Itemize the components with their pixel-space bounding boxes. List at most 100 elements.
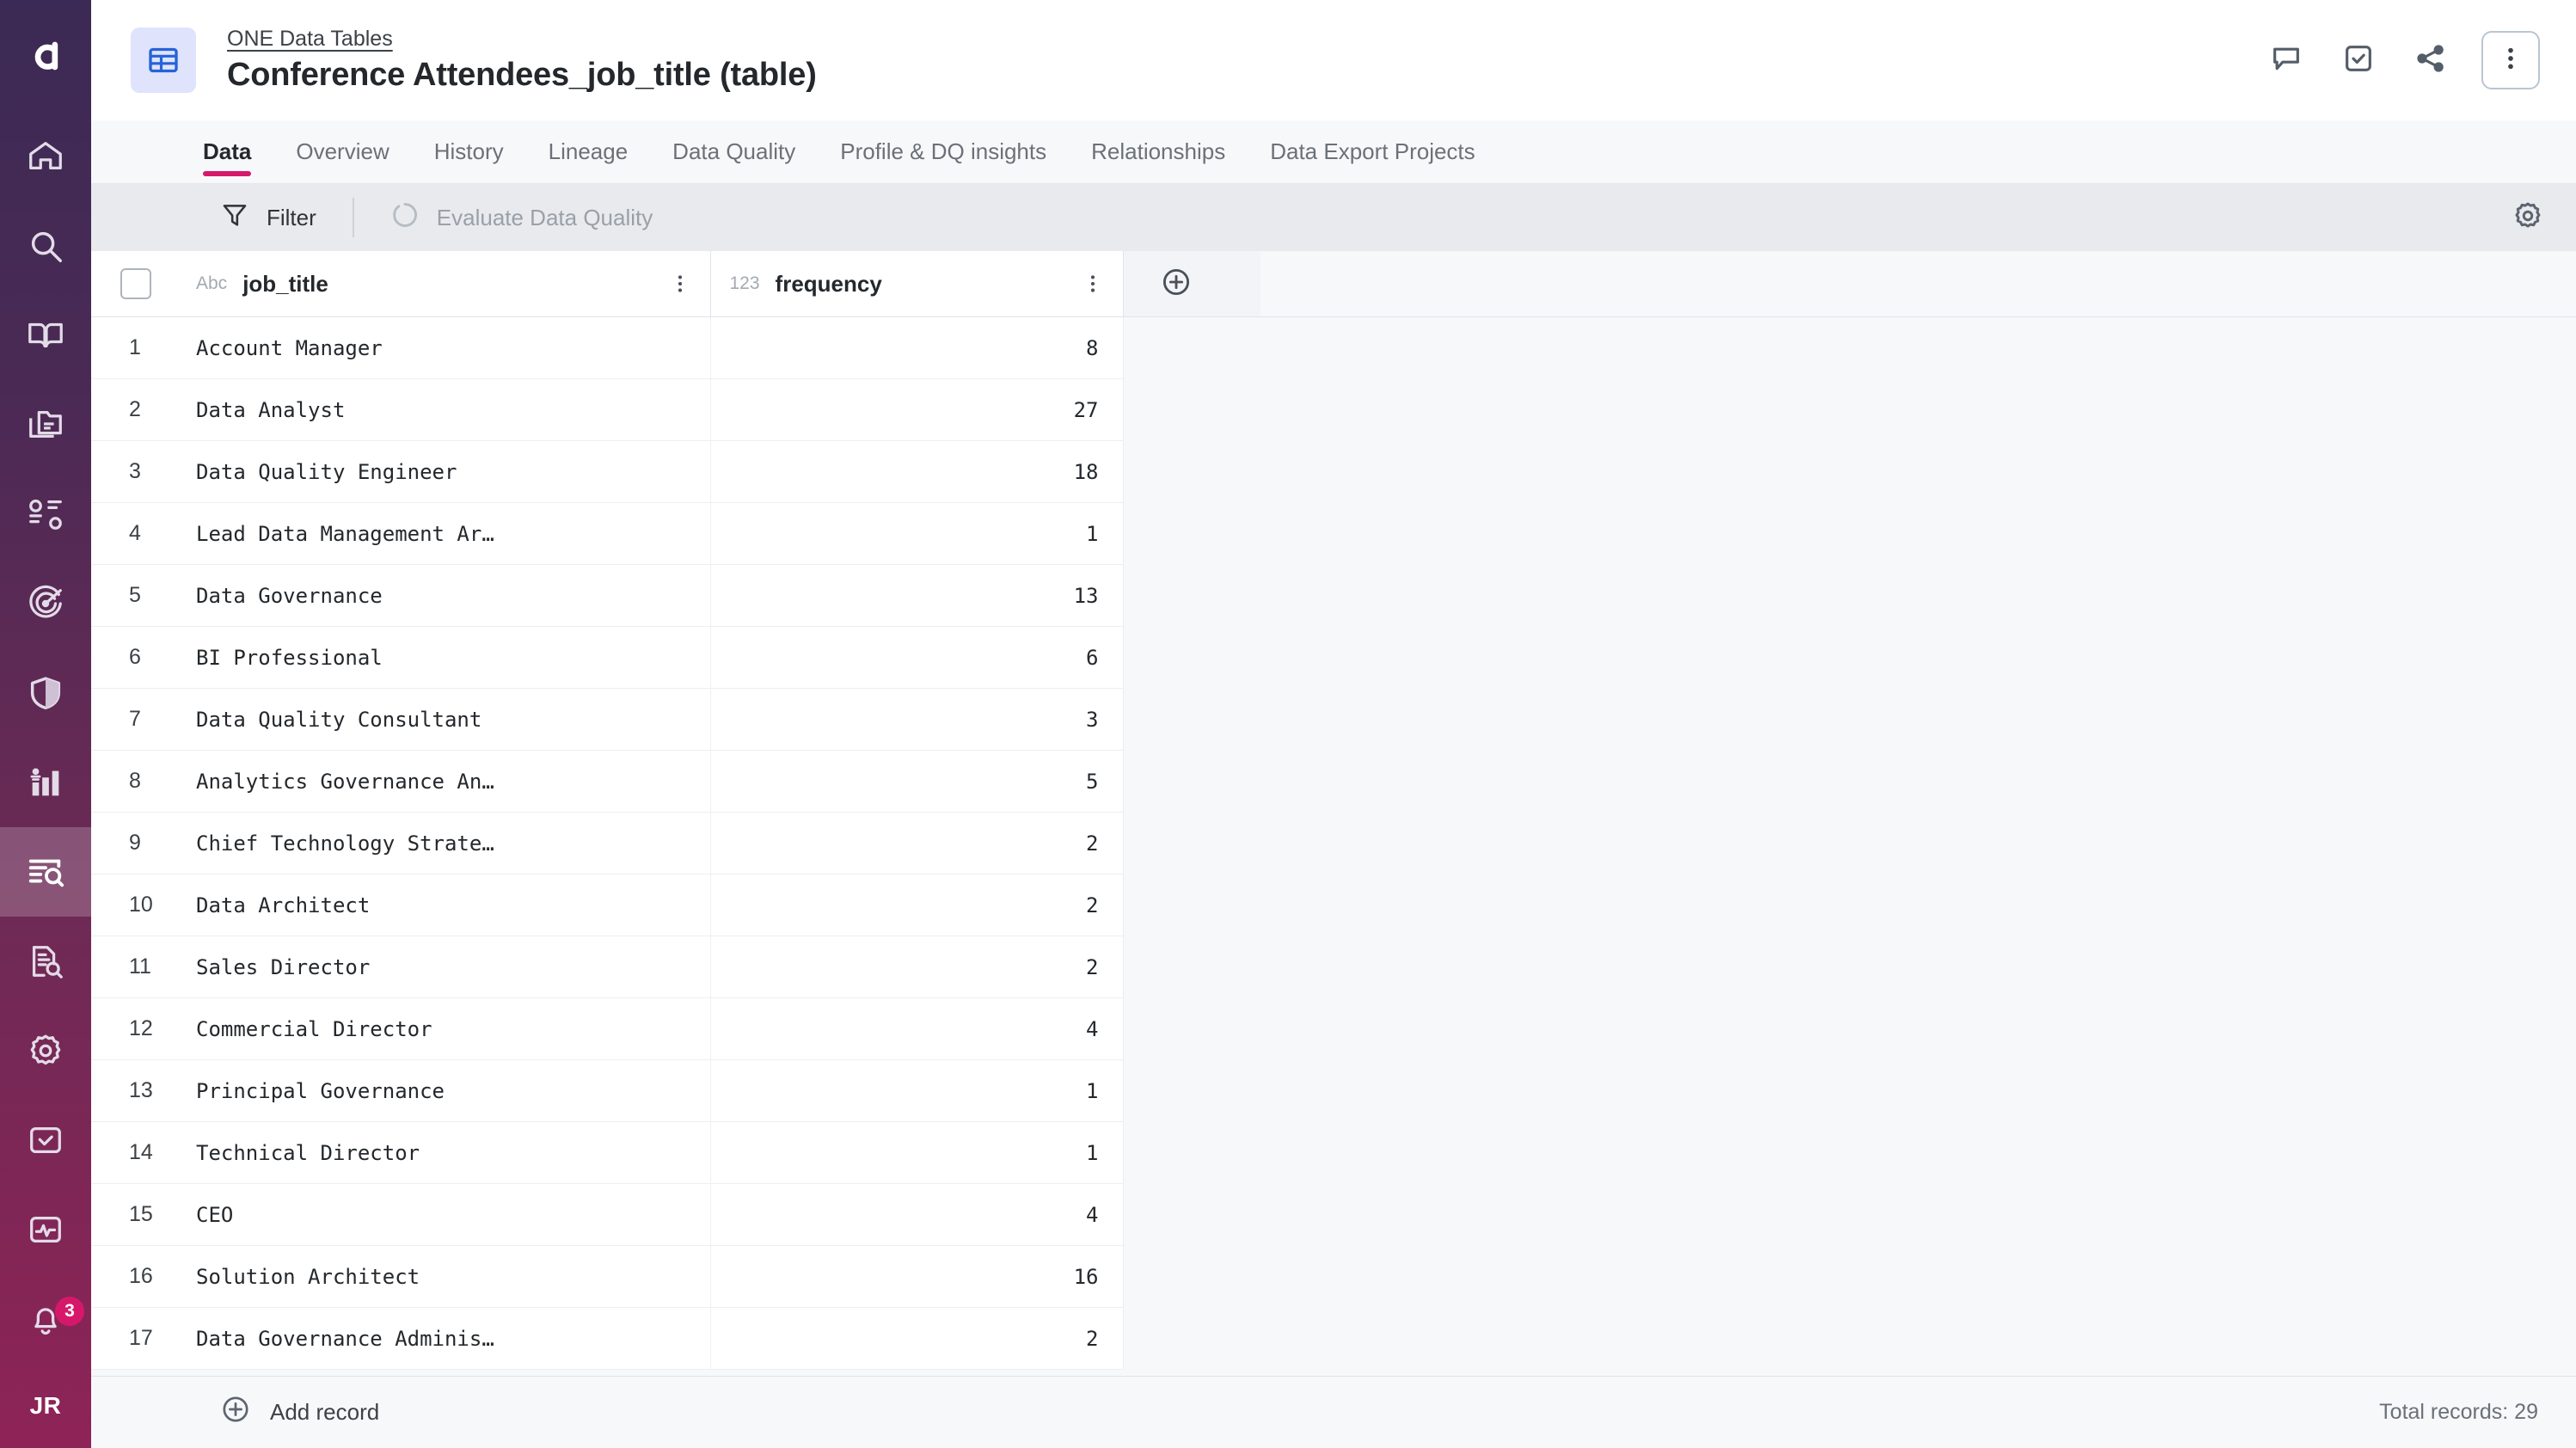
- select-all-checkbox[interactable]: [120, 268, 151, 299]
- add-record-button[interactable]: Add record: [220, 1394, 379, 1431]
- cell-frequency[interactable]: 8: [710, 316, 1124, 379]
- cell-frequency[interactable]: 3: [710, 688, 1124, 751]
- table-row[interactable]: 7 Data Quality Consultant 3: [91, 688, 2576, 751]
- cell-frequency[interactable]: 13: [710, 564, 1124, 627]
- cell-job-title[interactable]: Commercial Director: [177, 997, 711, 1060]
- table-row[interactable]: 11 Sales Director 2: [91, 936, 2576, 998]
- breadcrumb[interactable]: ONE Data Tables: [227, 27, 393, 52]
- tab-data[interactable]: Data: [203, 120, 252, 183]
- table-row[interactable]: 9 Chief Technology Strate… 2: [91, 812, 2576, 874]
- table-row[interactable]: 4 Lead Data Management Ar… 1: [91, 502, 2576, 565]
- comments-button[interactable]: [2265, 39, 2308, 82]
- tab-profile-dq-insights[interactable]: Profile & DQ insights: [840, 120, 1046, 183]
- sidebar-item-sources[interactable]: [0, 469, 91, 559]
- table-settings-button[interactable]: [2504, 193, 2552, 242]
- cell-job-title[interactable]: Sales Director: [177, 936, 711, 998]
- table-row[interactable]: 13 Principal Governance 1: [91, 1059, 2576, 1122]
- cell-frequency[interactable]: 5: [710, 750, 1124, 813]
- table-row[interactable]: 6 BI Professional 6: [91, 626, 2576, 689]
- cell-spacer: [1123, 1307, 1260, 1370]
- sidebar-item-notifications[interactable]: 3: [0, 1274, 91, 1364]
- cell-frequency[interactable]: 4: [710, 1183, 1124, 1246]
- sidebar-item-glossary[interactable]: [0, 291, 91, 380]
- cell-frequency[interactable]: 2: [710, 936, 1124, 998]
- table-row[interactable]: 12 Commercial Director 4: [91, 997, 2576, 1060]
- sidebar-item-search[interactable]: [0, 201, 91, 291]
- tab-data-export-projects[interactable]: Data Export Projects: [1270, 120, 1475, 183]
- cell-frequency[interactable]: 27: [710, 378, 1124, 441]
- table-row[interactable]: 5 Data Governance 13: [91, 564, 2576, 627]
- table-row[interactable]: 15 CEO 4: [91, 1183, 2576, 1246]
- column-header-job-title[interactable]: Abc job_title: [177, 251, 710, 317]
- add-column-button[interactable]: [1160, 266, 1193, 303]
- add-column-header[interactable]: [1122, 251, 1260, 317]
- evaluate-data-quality-button[interactable]: Evaluate Data Quality: [390, 200, 653, 236]
- cell-job-title[interactable]: Data Governance Adminis…: [177, 1307, 711, 1370]
- share-button[interactable]: [2409, 39, 2452, 82]
- table-row[interactable]: 14 Technical Director 1: [91, 1121, 2576, 1184]
- cell-job-title[interactable]: Data Analyst: [177, 378, 711, 441]
- cell-frequency[interactable]: 2: [710, 812, 1124, 874]
- sidebar-item-policies[interactable]: [0, 648, 91, 738]
- cell-job-title[interactable]: Data Quality Consultant: [177, 688, 711, 751]
- tab-lineage[interactable]: Lineage: [549, 120, 629, 183]
- cell-job-title[interactable]: Solution Architect: [177, 1245, 711, 1308]
- cell-frequency[interactable]: 16: [710, 1245, 1124, 1308]
- cell-job-title[interactable]: Analytics Governance An…: [177, 750, 711, 813]
- cell-frequency[interactable]: 1: [710, 502, 1124, 565]
- sidebar-item-settings[interactable]: [0, 1006, 91, 1095]
- cell-frequency[interactable]: 18: [710, 440, 1124, 503]
- sidebar-item-home[interactable]: [0, 112, 91, 201]
- tab-data-quality[interactable]: Data Quality: [672, 120, 795, 183]
- checkbox-check-icon: [2341, 41, 2376, 80]
- column-header-frequency[interactable]: 123 frequency: [709, 251, 1123, 317]
- cell-job-title[interactable]: Technical Director: [177, 1121, 711, 1184]
- tab-bar: Data Overview History Lineage Data Quali…: [91, 120, 2576, 184]
- avatar[interactable]: JR: [0, 1364, 91, 1448]
- cell-job-title[interactable]: Data Quality Engineer: [177, 440, 711, 503]
- cell-job-title[interactable]: Data Architect: [177, 874, 711, 936]
- cell-job-title[interactable]: Account Manager: [177, 316, 711, 379]
- cell-frequency[interactable]: 4: [710, 997, 1124, 1060]
- table-row[interactable]: 17 Data Governance Adminis… 2: [91, 1307, 2576, 1370]
- table-tile-icon: [131, 28, 196, 93]
- book-icon: [26, 316, 65, 355]
- toolbar-divider: [352, 198, 354, 237]
- cell-job-title[interactable]: Principal Governance: [177, 1059, 711, 1122]
- tab-overview[interactable]: Overview: [296, 120, 389, 183]
- table-row[interactable]: 10 Data Architect 2: [91, 874, 2576, 936]
- cell-job-title[interactable]: Data Governance: [177, 564, 711, 627]
- column-menu-button[interactable]: [1082, 273, 1104, 295]
- cell-frequency[interactable]: 2: [710, 1307, 1124, 1370]
- table-row[interactable]: 3 Data Quality Engineer 18: [91, 440, 2576, 503]
- tab-relationships[interactable]: Relationships: [1091, 120, 1225, 183]
- tasks-button[interactable]: [2337, 39, 2380, 82]
- cell-job-title[interactable]: Lead Data Management Ar…: [177, 502, 711, 565]
- cell-job-title[interactable]: Chief Technology Strate…: [177, 812, 711, 874]
- sidebar-item-activity[interactable]: [0, 1185, 91, 1274]
- table-row[interactable]: 1 Account Manager 8: [91, 316, 2576, 379]
- sidebar-item-data-tables[interactable]: [0, 827, 91, 917]
- cell-frequency[interactable]: 2: [710, 874, 1124, 936]
- folders-icon: [26, 405, 65, 445]
- ataccama-logo[interactable]: [0, 0, 91, 112]
- table-row[interactable]: 8 Analytics Governance An… 5: [91, 750, 2576, 813]
- sidebar-item-reports[interactable]: [0, 738, 91, 827]
- sidebar-item-tasks[interactable]: [0, 1095, 91, 1185]
- cell-frequency[interactable]: 1: [710, 1059, 1124, 1122]
- row-number: 8: [91, 750, 177, 813]
- more-options-button[interactable]: [2481, 31, 2540, 89]
- sidebar-item-catalog[interactable]: [0, 380, 91, 469]
- cell-job-title[interactable]: BI Professional: [177, 626, 711, 689]
- cell-frequency[interactable]: 1: [710, 1121, 1124, 1184]
- tab-history[interactable]: History: [434, 120, 504, 183]
- sidebar-item-data-explorer[interactable]: [0, 917, 91, 1006]
- filter-button[interactable]: Filter: [220, 200, 316, 236]
- table-row[interactable]: 2 Data Analyst 27: [91, 378, 2576, 441]
- sidebar-item-monitoring[interactable]: [0, 559, 91, 648]
- cell-frequency[interactable]: 6: [710, 626, 1124, 689]
- table-row[interactable]: 16 Solution Architect 16: [91, 1245, 2576, 1308]
- cell-job-title[interactable]: CEO: [177, 1183, 711, 1246]
- cell-spacer: [1260, 1183, 2576, 1246]
- column-menu-button[interactable]: [669, 273, 691, 295]
